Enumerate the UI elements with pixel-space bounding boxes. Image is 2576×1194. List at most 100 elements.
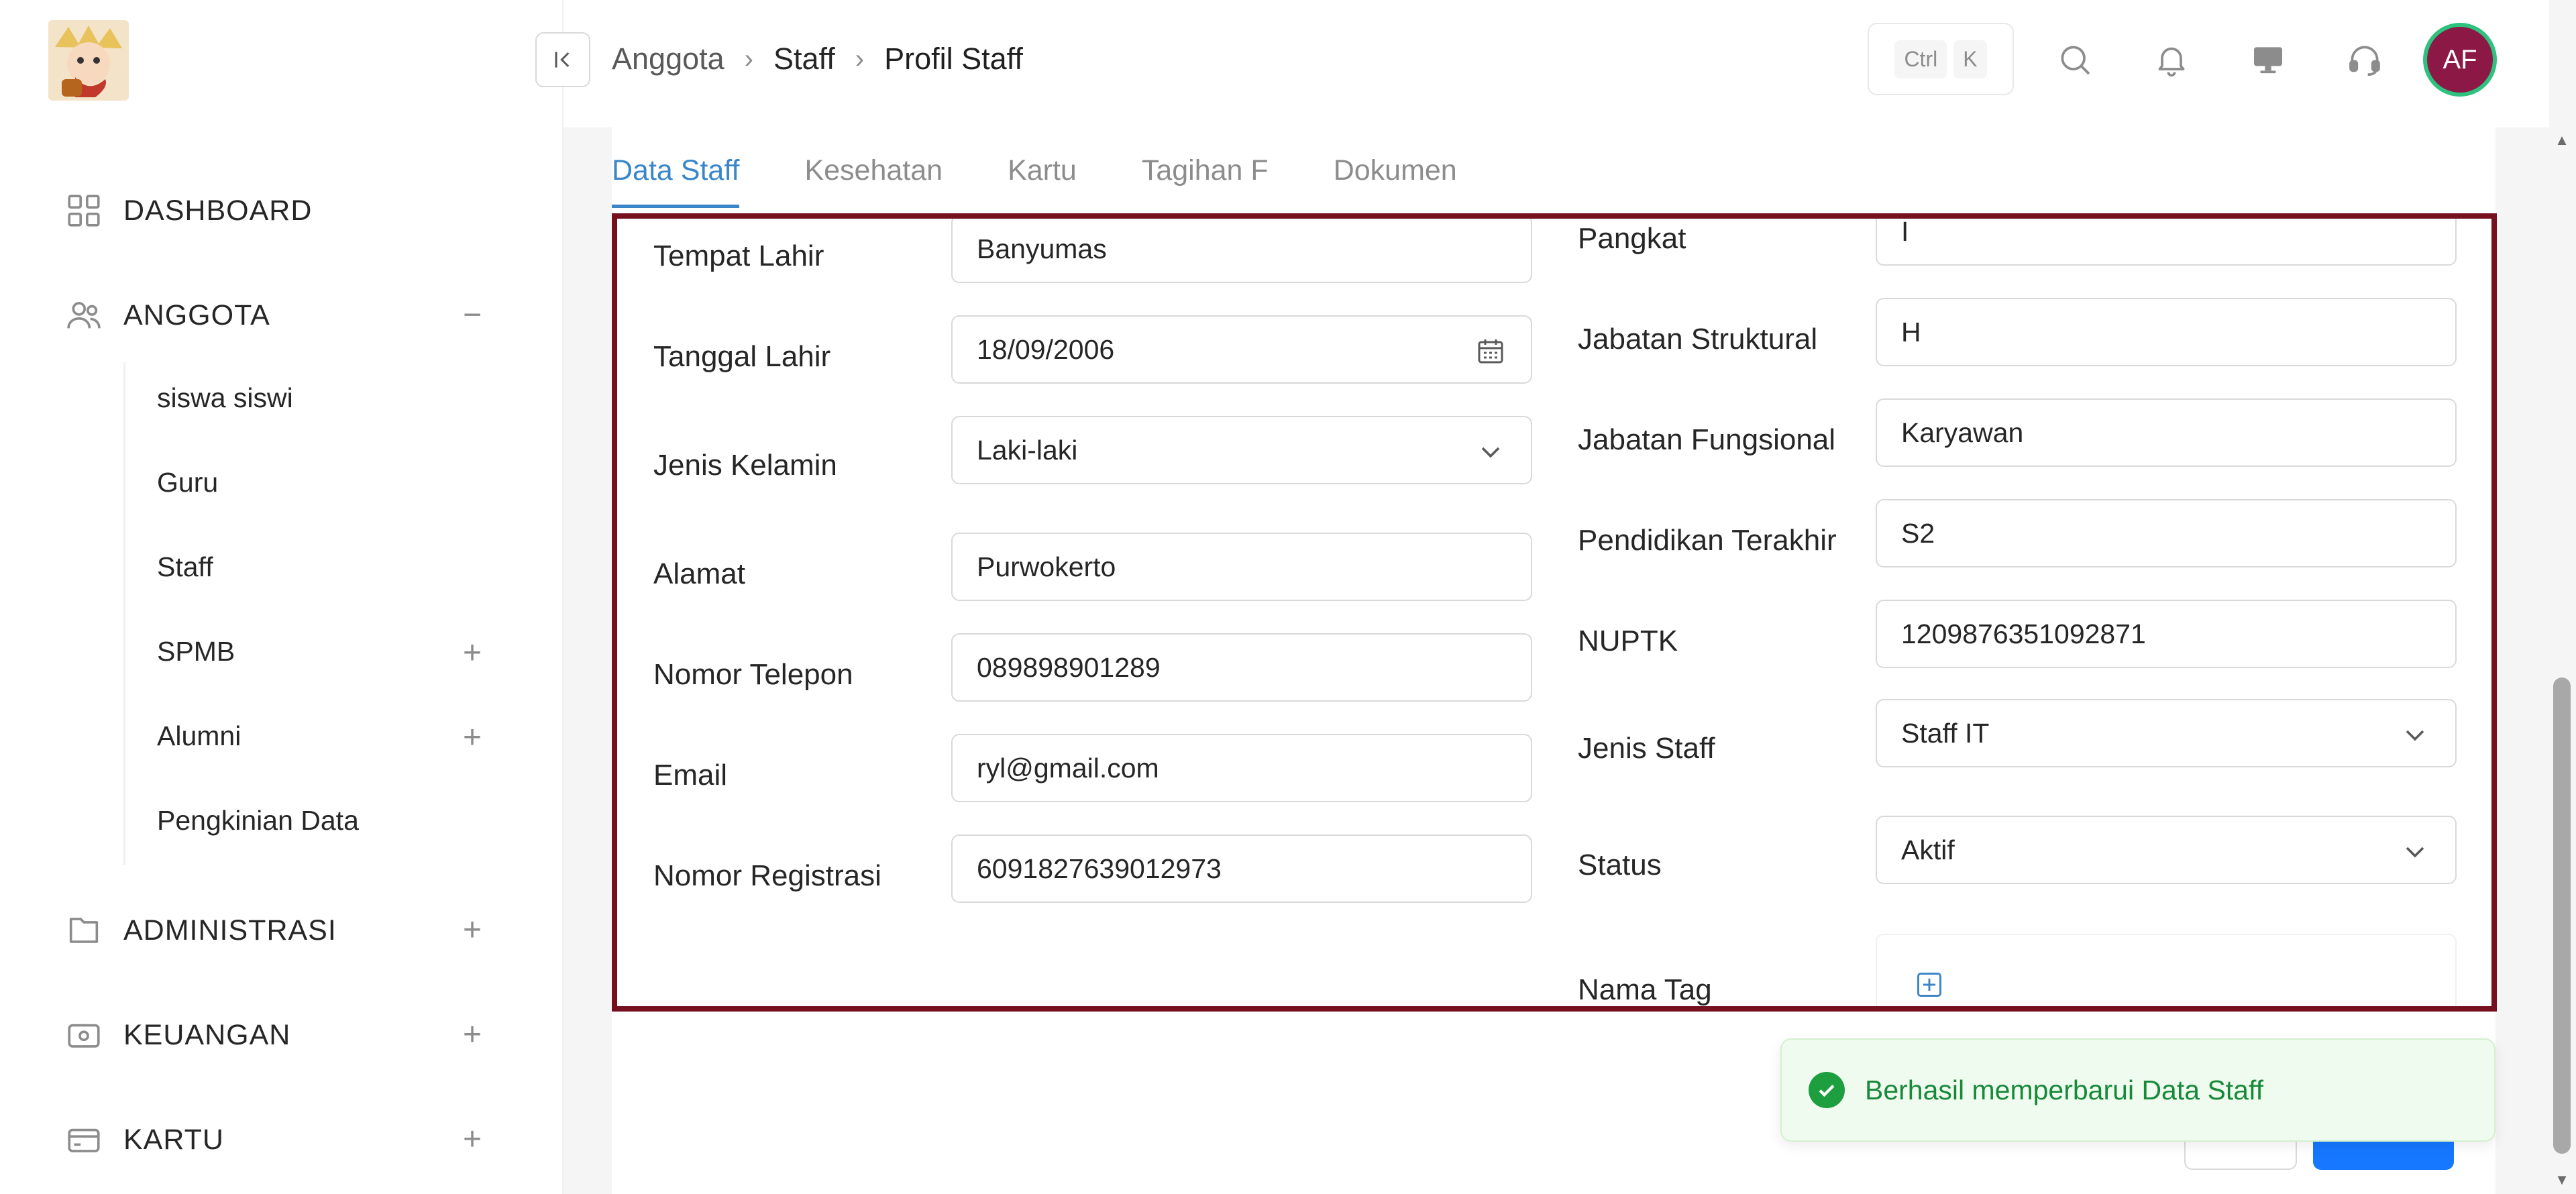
scrollbar-thumb[interactable] <box>2553 677 2571 1154</box>
pendidikan-terakhir-field[interactable]: S2 <box>1876 499 2457 567</box>
tab-data-staff[interactable]: Data Staff <box>612 148 740 208</box>
menu-keuangan[interactable]: KEUANGAN <box>64 1008 290 1062</box>
support-button[interactable] <box>2341 36 2388 83</box>
tab-tagihan[interactable]: Tagihan F <box>1142 148 1269 208</box>
menu-dashboard-label: DASHBOARD <box>123 194 313 227</box>
alamat-field[interactable]: Purwokerto <box>951 533 1532 601</box>
status-select[interactable]: Aktif <box>1876 816 2457 884</box>
jenis-kelamin-value: Laki-laki <box>977 434 1078 466</box>
collapse-anggota-icon[interactable]: − <box>458 299 486 331</box>
users-icon <box>67 302 101 329</box>
chevron-down-icon <box>1481 447 1500 458</box>
submenu-guru[interactable]: Guru <box>157 462 218 502</box>
label-tanggal-lahir: Tanggal Lahir <box>653 340 831 373</box>
menu-anggota[interactable]: ANGGOTA <box>64 288 270 342</box>
label-jabatan-fungsional: Jabatan Fungsional <box>1578 423 1836 456</box>
label-status: Status <box>1578 849 1662 881</box>
user-avatar[interactable]: AF <box>2423 23 2497 97</box>
expand-alumni-icon[interactable]: + <box>458 722 486 754</box>
tab-dokumen[interactable]: Dokumen <box>1334 148 1457 208</box>
label-alamat: Alamat <box>653 557 745 590</box>
kbd-k: K <box>1953 40 1987 78</box>
menu-anggota-label: ANGGOTA <box>123 298 270 331</box>
label-jenis-kelamin: Jenis Kelamin <box>653 449 837 482</box>
breadcrumb: Anggota › Staff › Profil Staff <box>612 39 1023 79</box>
app-logo[interactable] <box>48 20 129 101</box>
submenu-pengkinian-data[interactable]: Pengkinian Data <box>157 800 359 840</box>
label-email: Email <box>653 759 728 792</box>
menu-dashboard[interactable]: DASHBOARD <box>64 184 312 237</box>
add-tag-icon[interactable] <box>1915 970 1944 999</box>
expand-kartu-icon[interactable]: + <box>458 1124 486 1156</box>
search-icon <box>2061 46 2090 75</box>
collapse-left-icon <box>555 52 570 68</box>
dashboard-icon <box>68 195 100 227</box>
expand-spmb-icon[interactable]: + <box>458 637 486 669</box>
command-palette-shortcut[interactable]: Ctrl K <box>1868 23 2014 95</box>
staff-data-form: Tempat Lahir Banyumas Tanggal Lahir 18/0… <box>612 213 2497 1012</box>
expand-keuangan-icon[interactable]: + <box>458 1019 486 1051</box>
label-nomor-registrasi: Nomor Registrasi <box>653 859 881 892</box>
jabatan-struktural-field[interactable]: H <box>1876 298 2457 366</box>
folder-icon <box>69 918 99 943</box>
tempat-lahir-field[interactable]: Banyumas <box>951 219 1532 283</box>
tab-kesehatan[interactable]: Kesehatan <box>804 148 943 208</box>
jabatan-fungsional-field[interactable]: Karyawan <box>1876 398 2457 467</box>
nuptk-field[interactable]: 1209876351092871 <box>1876 600 2457 668</box>
kbd-ctrl: Ctrl <box>1894 40 1947 78</box>
nomor-telepon-field[interactable]: 089898901289 <box>951 633 1532 702</box>
chevron-down-icon <box>2406 730 2424 741</box>
expand-administrasi-icon[interactable]: + <box>458 914 486 946</box>
sidebar: DASHBOARD ANGGOTA − siswa siswi Guru Sta… <box>0 0 564 1194</box>
card-icon <box>68 1128 100 1152</box>
nama-tag-field[interactable] <box>1876 934 2457 1006</box>
label-nomor-telepon: Nomor Telepon <box>653 658 853 691</box>
notifications-button[interactable] <box>2148 36 2195 83</box>
toast-message: Berhasil memperbarui Data Staff <box>1865 1074 2264 1105</box>
tanggal-lahir-field[interactable]: 18/09/2006 <box>951 315 1532 384</box>
jenis-staff-select[interactable]: Staff IT <box>1876 699 2457 767</box>
label-nuptk: NUPTK <box>1578 625 1678 657</box>
scroll-down-icon[interactable]: ▼ <box>2553 1171 2571 1191</box>
label-jabatan-struktural: Jabatan Struktural <box>1578 323 1818 356</box>
breadcrumb-profil-staff: Profil Staff <box>884 42 1023 76</box>
submenu-siswa-siswi[interactable]: siswa siswi <box>157 378 293 418</box>
pangkat-field[interactable]: I <box>1876 219 2457 266</box>
success-toast: Berhasil memperbarui Data Staff <box>1780 1038 2496 1142</box>
tab-kartu[interactable]: Kartu <box>1008 148 1077 208</box>
label-nama-tag: Nama Tag <box>1578 973 1712 1006</box>
breadcrumb-separator-icon: › <box>855 44 865 74</box>
menu-administrasi[interactable]: ADMINISTRASI <box>64 904 337 957</box>
menu-administrasi-label: ADMINISTRASI <box>123 914 337 946</box>
breadcrumb-separator-icon: › <box>744 44 753 74</box>
collapse-sidebar-button[interactable] <box>535 32 590 87</box>
menu-kartu[interactable]: KARTU <box>64 1113 224 1166</box>
jenis-staff-value: Staff IT <box>1901 717 1990 749</box>
headset-icon <box>2349 46 2380 76</box>
calendar-icon[interactable] <box>1474 335 1507 368</box>
menu-kartu-label: KARTU <box>123 1123 224 1156</box>
bell-icon <box>2158 47 2185 77</box>
label-jenis-staff: Jenis Staff <box>1578 732 1715 765</box>
label-pangkat: Pangkat <box>1578 222 1686 255</box>
jenis-kelamin-select[interactable]: Laki-laki <box>951 416 1532 484</box>
tanggal-lahir-value: 18/09/2006 <box>977 333 1115 365</box>
profile-tabs: Data Staff Kesehatan Kartu Tagihan F Dok… <box>612 148 1522 215</box>
search-button[interactable] <box>2051 36 2098 83</box>
wallet-icon <box>68 1024 100 1048</box>
status-value: Aktif <box>1901 834 1955 865</box>
scroll-up-icon[interactable]: ▲ <box>2553 131 2571 152</box>
submenu-alumni[interactable]: Alumni <box>157 716 241 756</box>
monitor-icon <box>2254 47 2282 74</box>
submenu-spmb[interactable]: SPMB <box>157 631 235 671</box>
submenu-staff[interactable]: Staff <box>157 547 213 587</box>
label-tempat-lahir: Tempat Lahir <box>653 239 824 272</box>
nomor-registrasi-field[interactable]: 6091827639012973 <box>951 834 1532 903</box>
breadcrumb-anggota[interactable]: Anggota <box>612 42 724 76</box>
display-button[interactable] <box>2245 36 2292 83</box>
label-pendidikan-terakhir: Pendidikan Terakhir <box>1578 524 1837 557</box>
email-field[interactable]: ryl@gmail.com <box>951 734 1532 802</box>
breadcrumb-staff[interactable]: Staff <box>773 42 835 76</box>
check-circle-icon <box>1809 1072 1845 1108</box>
submenu-guide-line <box>123 362 125 865</box>
